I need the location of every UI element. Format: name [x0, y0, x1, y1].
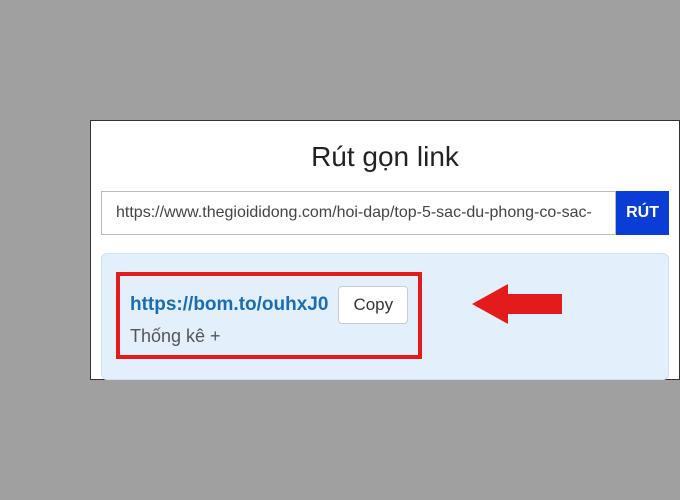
result-panel: https://bom.to/ouhxJ0 Copy Thống kê +	[101, 253, 669, 380]
short-link-row: https://bom.to/ouhxJ0 Copy	[130, 286, 408, 324]
page-title: Rút gọn link	[101, 141, 669, 173]
input-row: RÚT	[101, 191, 669, 235]
highlight-box: https://bom.to/ouhxJ0 Copy Thống kê +	[116, 272, 422, 359]
arrow-icon	[472, 280, 562, 328]
copy-button[interactable]: Copy	[338, 286, 408, 324]
shorten-button[interactable]: RÚT	[616, 191, 669, 235]
shortener-card: Rút gọn link RÚT https://bom.to/ouhxJ0 C…	[90, 120, 680, 380]
stats-link[interactable]: Thống kê +	[130, 326, 408, 347]
shortened-link[interactable]: https://bom.to/ouhxJ0	[130, 294, 328, 316]
url-input[interactable]	[101, 191, 616, 235]
